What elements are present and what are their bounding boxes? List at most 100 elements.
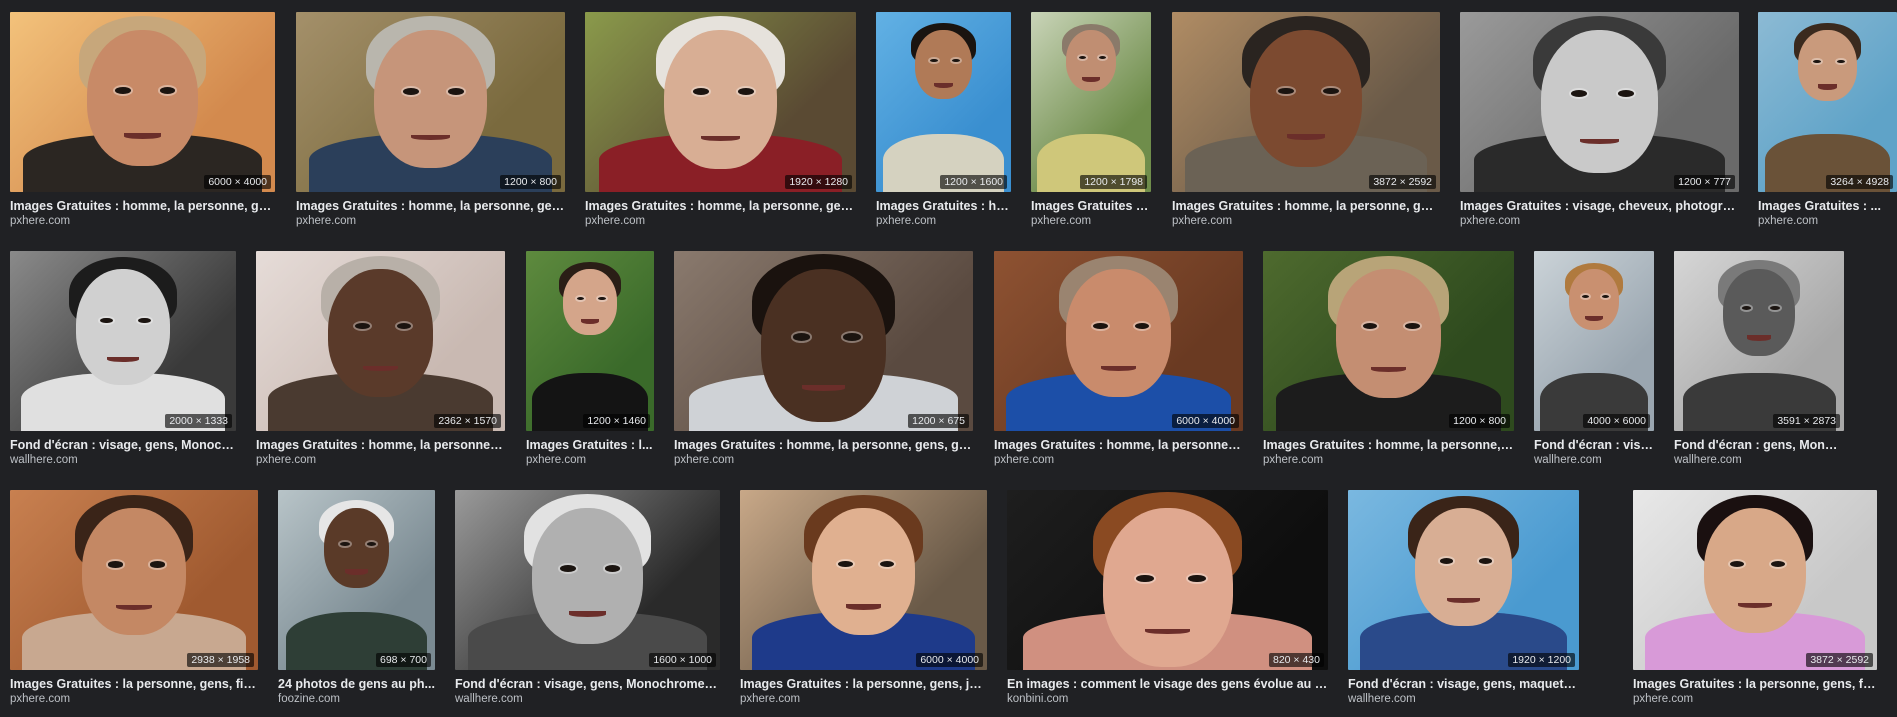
image-result-card[interactable]: 6000 × 4000 Images Gratuites : homme, la …	[994, 251, 1243, 468]
image-thumbnail[interactable]: 698 × 700	[278, 490, 435, 670]
image-thumbnail[interactable]: 6000 × 4000	[994, 251, 1243, 431]
image-result-card[interactable]: 1200 × 1460 Images Gratuites : l... pxhere…	[526, 251, 654, 468]
image-thumbnail[interactable]: 2362 × 1570	[256, 251, 505, 431]
image-result-card[interactable]: 6000 × 4000 Images Gratuites : homme, la …	[10, 12, 275, 229]
image-thumbnail[interactable]: 1920 × 1280	[585, 12, 856, 192]
portrait-face	[760, 269, 887, 423]
image-thumbnail[interactable]: 2938 × 1958	[10, 490, 258, 670]
result-title-link[interactable]: Images Gratuites : la personne, gens, fi…	[10, 677, 258, 692]
image-dimensions-badge: 2000 × 1333	[165, 414, 232, 428]
result-title-link[interactable]: Images Gratuites : visage, cheveux, phot…	[1460, 199, 1739, 214]
result-title-link[interactable]: En images : comment le visage des gens é…	[1007, 677, 1328, 692]
result-title-link[interactable]: Images Gratuites : homme, la personne, g…	[674, 438, 973, 453]
portrait-face	[1066, 269, 1171, 397]
portrait-mouth	[802, 385, 845, 391]
image-result-card[interactable]: 1200 × 800 Images Gratuites : homme, la p…	[296, 12, 565, 229]
result-title-link[interactable]: Fond d'écran : visage, gens, maquette, l…	[1348, 677, 1579, 692]
result-title-link[interactable]: Images Gratuites : homme, la personne, g…	[1172, 199, 1440, 214]
portrait-face	[1414, 508, 1512, 627]
image-dimensions-badge: 1200 × 1798	[1080, 175, 1147, 189]
portrait-mouth	[1585, 315, 1603, 322]
result-source-domain: wallhere.com	[10, 454, 78, 466]
image-dimensions-badge: 820 × 430	[1268, 653, 1324, 667]
portrait-eye	[1092, 322, 1108, 329]
image-dimensions-badge: 6000 × 4000	[916, 653, 983, 667]
image-thumbnail[interactable]: 1200 × 800	[296, 12, 565, 192]
result-title-link[interactable]: Images Gratuites : ...	[1031, 199, 1151, 214]
result-title-link[interactable]: Images Gratuites : la personne, gens, jo…	[740, 677, 987, 692]
image-thumbnail[interactable]: 1920 × 1200	[1348, 490, 1579, 670]
image-result-card[interactable]: 820 × 430 En images : comment le visage d…	[1007, 490, 1328, 707]
result-source-domain: wallhere.com	[455, 693, 523, 705]
image-result-card[interactable]: 1200 × 1600 Images Gratuites : ho... pxher…	[876, 12, 1011, 229]
image-thumbnail[interactable]: 3872 × 2592	[1172, 12, 1440, 192]
portrait-eye	[1581, 294, 1589, 298]
image-thumbnail[interactable]: 4000 × 6000	[1534, 251, 1654, 431]
image-thumbnail[interactable]: 1200 × 1798	[1031, 12, 1151, 192]
image-result-card[interactable]: 1200 × 675 Images Gratuites : homme, la p…	[674, 251, 973, 468]
result-source-domain: pxhere.com	[994, 454, 1055, 466]
image-result-card[interactable]: 6000 × 4000 Images Gratuites : la personn…	[740, 490, 987, 707]
result-title-link[interactable]: Images Gratuites : la personne, gens, fi…	[1633, 677, 1877, 692]
image-thumbnail[interactable]: 1200 × 777	[1460, 12, 1739, 192]
image-result-card[interactable]: 2362 × 1570 Images Gratuites : homme, la …	[256, 251, 505, 468]
result-title-link[interactable]: Fond d'écran : gens, Monochrom...	[1674, 438, 1844, 453]
portrait-face	[811, 508, 916, 635]
image-thumbnail[interactable]: 1200 × 1460	[526, 251, 654, 431]
image-thumbnail[interactable]: 1200 × 1600	[876, 12, 1011, 192]
image-thumbnail[interactable]: 3264 × 4928	[1758, 12, 1897, 192]
result-source-domain: pxhere.com	[585, 215, 646, 227]
image-result-card[interactable]: 2000 × 1333 Fond d'écran : visage, gens, …	[10, 251, 236, 468]
result-title-link[interactable]: Images Gratuites : ho...	[876, 199, 1011, 214]
result-title-link[interactable]: Images Gratuites : l...	[526, 438, 654, 453]
image-thumbnail[interactable]: 3591 × 2873	[1674, 251, 1844, 431]
image-result-card[interactable]: 1200 × 800 Images Gratuites : homme, la p…	[1263, 251, 1514, 468]
image-result-card[interactable]: 1920 × 1200 Fond d'écran : visage, gens, …	[1348, 490, 1579, 707]
result-source-domain: pxhere.com	[526, 454, 587, 466]
result-title-link[interactable]: Images Gratuites : homme, la personne, .…	[1263, 438, 1514, 453]
portrait-mouth	[345, 569, 368, 575]
portrait-eye	[1741, 305, 1752, 310]
result-source-domain: pxhere.com	[10, 215, 71, 227]
image-dimensions-badge: 698 × 700	[375, 653, 431, 667]
result-source-domain: pxhere.com	[674, 454, 735, 466]
portrait-eye	[402, 87, 419, 95]
result-title-link[interactable]: Images Gratuites : homme, la personne, .…	[994, 438, 1243, 453]
result-title-link[interactable]: Images Gratuites : homme, la personne, g…	[296, 199, 565, 214]
result-title-link[interactable]: Fond d'écran : visage, gens, Monochrome,…	[455, 677, 720, 692]
image-thumbnail[interactable]: 1600 × 1000	[455, 490, 720, 670]
portrait-face	[1703, 508, 1807, 634]
image-thumbnail[interactable]: 820 × 430	[1007, 490, 1328, 670]
image-thumbnail[interactable]: 2000 × 1333	[10, 251, 236, 431]
result-title-link[interactable]: Images Gratuites : ...	[1758, 199, 1897, 214]
portrait-mouth	[1746, 335, 1772, 341]
portrait-face	[374, 30, 487, 168]
image-result-card[interactable]: 3872 × 2592 Images Gratuites : la personn…	[1633, 490, 1877, 707]
image-thumbnail[interactable]: 1200 × 675	[674, 251, 973, 431]
image-result-card[interactable]: 698 × 700 24 photos de gens au ph... foozi…	[278, 490, 435, 707]
result-title-link[interactable]: 24 photos de gens au ph...	[278, 677, 435, 692]
result-title-link[interactable]: Fond d'écran : visa...	[1534, 438, 1654, 453]
result-title-link[interactable]: Images Gratuites : homme, la personne, .…	[256, 438, 505, 453]
result-source-domain: pxhere.com	[1460, 215, 1521, 227]
image-thumbnail[interactable]: 3872 × 2592	[1633, 490, 1877, 670]
image-result-card[interactable]: 1200 × 777 Images Gratuites : visage, che…	[1460, 12, 1739, 229]
portrait-eye	[115, 87, 131, 94]
result-title-link[interactable]: Images Gratuites : homme, la personne, g…	[10, 199, 275, 214]
result-title-link[interactable]: Fond d'écran : visage, gens, Monoch...	[10, 438, 236, 453]
portrait-eye	[1134, 322, 1150, 329]
image-result-card[interactable]: 1600 × 1000 Fond d'écran : visage, gens, …	[455, 490, 720, 707]
image-result-card[interactable]: 3872 × 2592 Images Gratuites : homme, la …	[1172, 12, 1440, 229]
image-dimensions-badge: 2938 × 1958	[187, 653, 254, 667]
image-result-card[interactable]: 3264 × 4928 Images Gratuites : ... pxhere.…	[1758, 12, 1897, 229]
portrait-eye	[792, 333, 811, 341]
image-thumbnail[interactable]: 1200 × 800	[1263, 251, 1514, 431]
image-result-card[interactable]: 2938 × 1958 Images Gratuites : la personn…	[10, 490, 258, 707]
result-title-link[interactable]: Images Gratuites : homme, la personne, g…	[585, 199, 856, 214]
image-thumbnail[interactable]: 6000 × 4000	[10, 12, 275, 192]
image-result-card[interactable]: 3591 × 2873 Fond d'écran : gens, Monochro…	[1674, 251, 1844, 468]
image-result-card[interactable]: 1200 × 1798 Images Gratuites : ... pxhere.…	[1031, 12, 1151, 229]
image-thumbnail[interactable]: 6000 × 4000	[740, 490, 987, 670]
image-result-card[interactable]: 1920 × 1280 Images Gratuites : homme, la …	[585, 12, 856, 229]
image-result-card[interactable]: 4000 × 6000 Fond d'écran : visa... wallher…	[1534, 251, 1654, 468]
